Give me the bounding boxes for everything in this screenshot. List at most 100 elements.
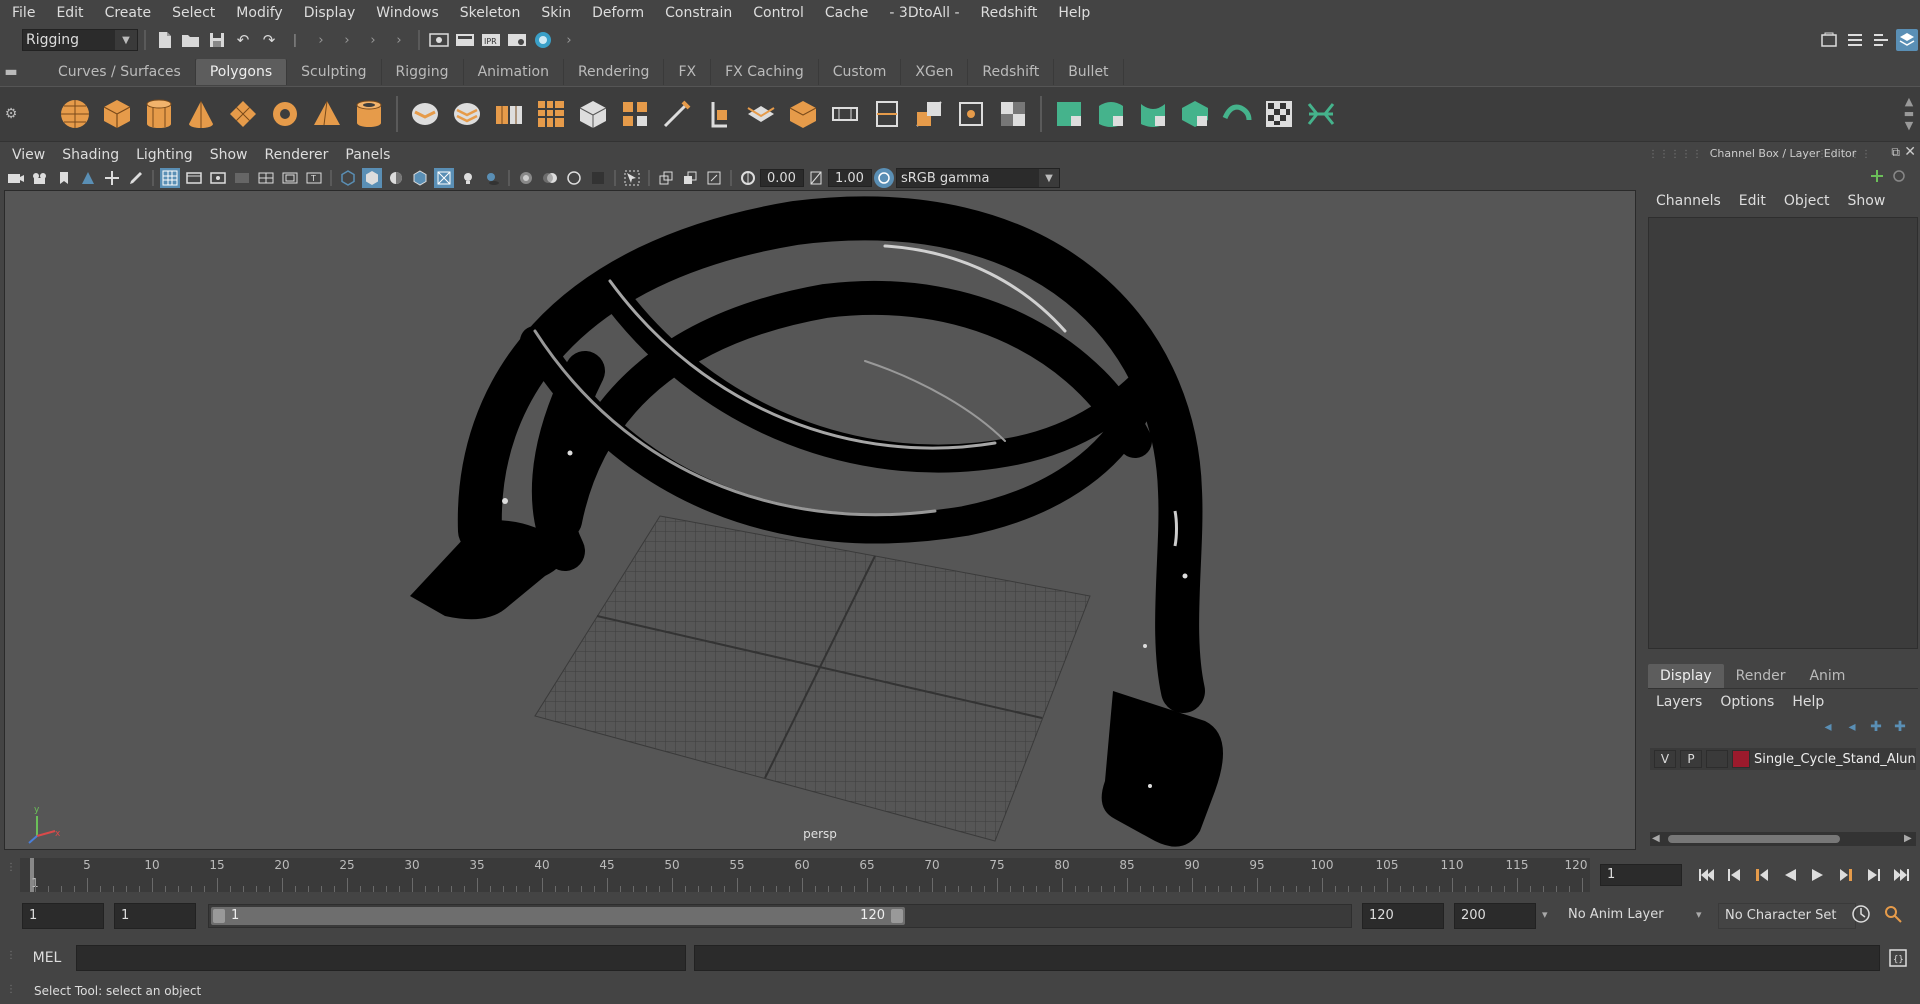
menu-cache[interactable]: Cache [813, 0, 878, 26]
exposure-field[interactable]: 0.00 [760, 169, 804, 187]
layer-playback-toggle[interactable]: P [1680, 750, 1702, 768]
depth-of-field-icon[interactable] [588, 168, 608, 188]
resolution-gate-icon[interactable] [208, 168, 228, 188]
target-weld-icon[interactable] [701, 94, 737, 134]
multi-cut-icon[interactable] [659, 94, 695, 134]
field-chart-icon[interactable] [256, 168, 276, 188]
gamma-icon[interactable] [806, 168, 826, 188]
smooth-shade-icon[interactable] [362, 168, 382, 188]
combine-icon[interactable] [407, 94, 443, 134]
channel-box-toggle-icon[interactable] [1896, 29, 1918, 51]
bevel-icon[interactable] [617, 94, 653, 134]
extrude-icon[interactable] [827, 94, 863, 134]
menu-create[interactable]: Create [93, 0, 161, 26]
uv-checker-icon[interactable] [1261, 94, 1297, 134]
viewport-menu-panels[interactable]: Panels [337, 143, 399, 167]
poly-pipe-icon[interactable] [351, 94, 387, 134]
insert-edge-loop-icon[interactable] [869, 94, 905, 134]
layer-horizontal-scrollbar[interactable]: ◀ ▶ [1650, 832, 1916, 846]
expand-arrow-icon[interactable]: › [564, 29, 574, 51]
undo-icon[interactable]: ↶ [232, 29, 254, 51]
channel-box-menu-channels[interactable]: Channels [1656, 193, 1721, 209]
anti-aliasing-icon[interactable] [564, 168, 584, 188]
script-editor-icon[interactable]: {} [1888, 948, 1908, 968]
shelf-tab-fx[interactable]: FX [664, 59, 712, 85]
playback-start-field[interactable]: 1 [114, 903, 196, 929]
shelf-tab-rigging[interactable]: Rigging [382, 59, 464, 85]
anim-layer-dropdown[interactable]: No Anim Layer [1562, 903, 1702, 929]
expand-arrow-icon[interactable]: › [394, 29, 404, 51]
shelf-tab-polygons[interactable]: Polygons [195, 59, 288, 85]
new-layer-from-selection-icon[interactable]: ✚ [1888, 719, 1912, 735]
backface-culling-icon[interactable] [704, 168, 724, 188]
poly-cylinder-icon[interactable] [141, 94, 177, 134]
extract-icon[interactable] [491, 94, 527, 134]
command-input[interactable] [76, 945, 686, 971]
offset-edge-icon[interactable] [911, 94, 947, 134]
xray-joints-icon[interactable] [656, 168, 676, 188]
shelf-tab-animation[interactable]: Animation [464, 59, 564, 85]
layer-menu-layers[interactable]: Layers [1656, 694, 1702, 710]
layer-menu-help[interactable]: Help [1792, 694, 1824, 710]
uv-planar-icon[interactable] [995, 94, 1031, 134]
chevron-down-icon[interactable]: ▾ [1696, 908, 1702, 921]
shelf-tab-redshift[interactable]: Redshift [968, 59, 1055, 85]
play-backwards-icon[interactable] [1778, 863, 1802, 887]
current-frame-field[interactable]: 1 [1600, 864, 1682, 886]
channel-box-menu-show[interactable]: Show [1848, 193, 1886, 209]
uv-editor-icon[interactable] [1177, 94, 1213, 134]
menu-file[interactable]: File [0, 0, 44, 26]
poly-torus-icon[interactable] [267, 94, 303, 134]
menu-modify[interactable]: Modify [224, 0, 291, 26]
mirror-icon[interactable] [743, 94, 779, 134]
character-set-dropdown[interactable]: No Character Set [1718, 903, 1856, 929]
shelf-tab-bullet[interactable]: Bullet [1054, 59, 1124, 85]
grease-pencil-icon[interactable] [126, 168, 146, 188]
menu-help[interactable]: Help [1046, 0, 1099, 26]
panel-grip-icon[interactable]: ⋮ [6, 984, 16, 995]
poly-sphere-icon[interactable] [57, 94, 93, 134]
poly-pyramid-icon[interactable] [309, 94, 345, 134]
camera-icon[interactable] [6, 168, 26, 188]
gate-mask-icon[interactable] [232, 168, 252, 188]
menu-skin[interactable]: Skin [529, 0, 580, 26]
scrollbar-thumb[interactable] [1668, 835, 1840, 843]
shadows-icon[interactable] [482, 168, 502, 188]
layer-visibility-toggle[interactable]: V [1654, 750, 1676, 768]
safe-title-icon[interactable]: T [304, 168, 324, 188]
tab-anim[interactable]: Anim [1797, 664, 1857, 688]
wireframe-on-shaded-icon[interactable] [410, 168, 430, 188]
shelf-tab-sculpting[interactable]: Sculpting [287, 59, 382, 85]
layer-menu-options[interactable]: Options [1720, 694, 1774, 710]
safe-action-icon[interactable] [280, 168, 300, 188]
grid-icon[interactable] [160, 168, 180, 188]
exposure-icon[interactable] [738, 168, 758, 188]
wireframe-icon[interactable] [338, 168, 358, 188]
uv-automatic-icon[interactable] [1135, 94, 1171, 134]
shelf-scroll-arrows-icon[interactable]: ▲ ▬ ▼ [1898, 96, 1920, 132]
ipr-render-icon[interactable]: IPR [480, 29, 502, 51]
animation-end-field[interactable]: 200 [1454, 903, 1536, 929]
view-transform-dropdown[interactable]: sRGB gamma ▼ [896, 168, 1060, 188]
time-slider[interactable]: 1 5 10 15 20 25 30 35 40 45 50 55 60 65 70 75 80 85 90 95 1… [20, 858, 1590, 892]
image-plane-icon[interactable] [78, 168, 98, 188]
render-view-icon[interactable] [428, 29, 450, 51]
xray-icon[interactable] [434, 168, 454, 188]
shelf-tab-fx-caching[interactable]: FX Caching [711, 59, 819, 85]
menu-control[interactable]: Control [741, 0, 813, 26]
shelf-menu-icon[interactable]: ▬ [0, 58, 22, 86]
move-layer-up-icon[interactable]: ◂ [1816, 719, 1840, 735]
hypershade-icon[interactable] [532, 29, 554, 51]
range-slider-bar[interactable]: 1 120 [211, 907, 905, 925]
go-to-end-icon[interactable] [1890, 863, 1914, 887]
scroll-left-icon[interactable]: ◀ [1652, 832, 1662, 846]
color-management-icon[interactable] [874, 168, 894, 188]
auto-key-icon[interactable] [1850, 903, 1872, 927]
menu-constrain[interactable]: Constrain [653, 0, 741, 26]
isolate-select-icon[interactable] [622, 168, 642, 188]
range-end-handle[interactable] [891, 909, 903, 923]
merge-icon[interactable] [953, 94, 989, 134]
film-gate-icon[interactable] [184, 168, 204, 188]
shelf-tab-curves-surfaces[interactable]: Curves / Surfaces [44, 59, 196, 85]
layer-row[interactable]: V P Single_Cycle_Stand_Alun [1650, 748, 1916, 770]
